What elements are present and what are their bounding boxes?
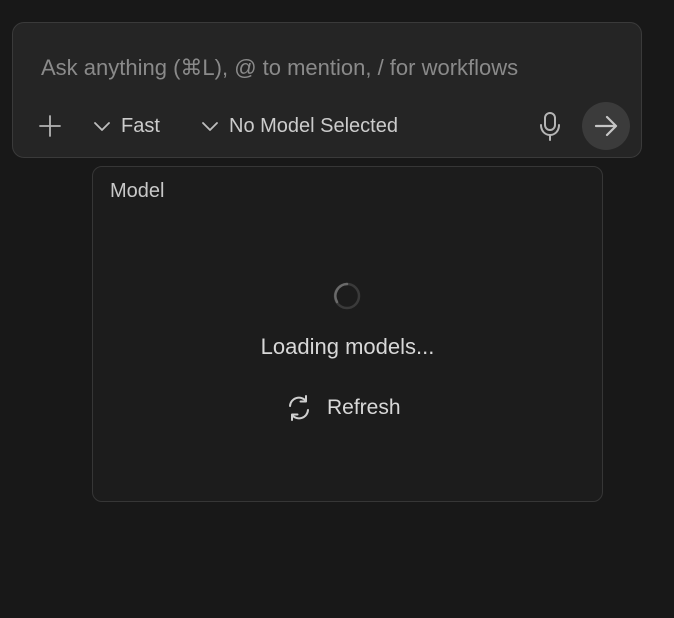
voice-input-button[interactable]	[533, 109, 567, 143]
send-button[interactable]	[582, 102, 630, 150]
arrow-right-icon	[594, 115, 618, 137]
refresh-icon	[289, 395, 309, 421]
refresh-button[interactable]: Refresh	[285, 393, 401, 423]
loading-spinner-icon	[333, 282, 361, 310]
model-dropdown[interactable]: No Model Selected	[201, 111, 398, 141]
chat-input[interactable]	[41, 53, 621, 83]
page: Fast No Model Selected	[0, 0, 674, 618]
mode-label: Fast	[121, 114, 160, 137]
chat-toolbar: Fast No Model Selected	[13, 101, 641, 151]
model-selector-panel: Model Loading models... Refresh	[92, 166, 603, 502]
chevron-down-icon	[94, 122, 110, 131]
chevron-down-icon	[202, 122, 218, 131]
plus-icon	[39, 115, 61, 137]
mode-dropdown[interactable]: Fast	[93, 111, 160, 141]
add-context-button[interactable]	[35, 111, 65, 141]
panel-title: Model	[110, 180, 165, 202]
microphone-icon	[540, 112, 560, 141]
refresh-label: Refresh	[327, 396, 401, 419]
loading-message: Loading models...	[260, 334, 435, 359]
model-label: No Model Selected	[229, 114, 398, 137]
chat-input-container: Fast No Model Selected	[12, 22, 642, 158]
